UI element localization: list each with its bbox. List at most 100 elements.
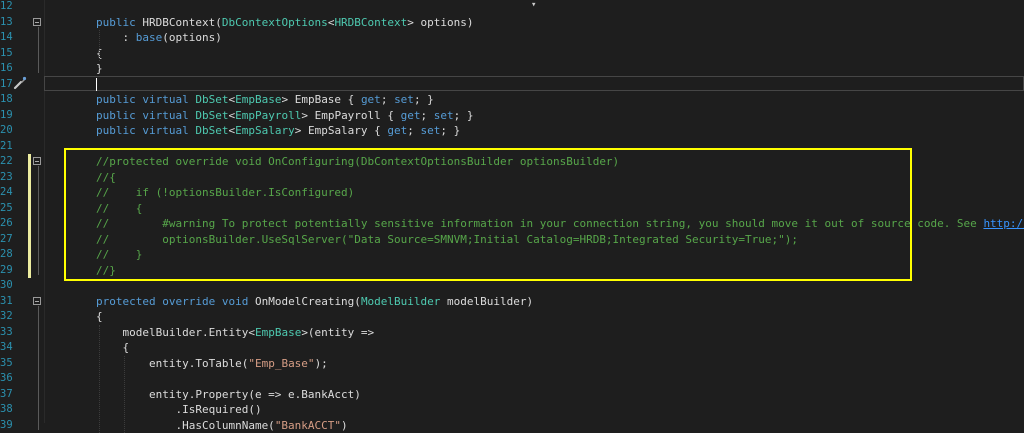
line-number: 33 [0, 325, 12, 341]
text-cursor [96, 78, 97, 91]
code-line[interactable]: 26 // #warning To protect potentially sen… [0, 216, 1024, 232]
line-number: 24 [0, 185, 12, 201]
indent-guide [99, 325, 100, 433]
code-line[interactable]: 27 // optionsBuilder.UseSqlServer("Data S… [0, 232, 1024, 248]
code-text: entity.ToTable("Emp_Base"); [96, 356, 328, 372]
code-line[interactable]: 23 //{ [0, 170, 1024, 186]
code-line[interactable]: 30 [0, 278, 1024, 294]
code-line[interactable]: 38 .IsRequired() [0, 402, 1024, 418]
code-text: } [96, 61, 103, 77]
line-number: 32 [0, 309, 12, 325]
code-text: { [96, 309, 103, 325]
change-indicator [28, 232, 31, 248]
code-text: // optionsBuilder.UseSqlServer("Data Sou… [96, 232, 798, 248]
code-line[interactable]: 19 public virtual DbSet<EmpPayroll> EmpPa… [0, 108, 1024, 124]
line-number: 25 [0, 201, 12, 217]
url-link[interactable]: http://go.mic [983, 217, 1024, 230]
code-line[interactable]: 35 entity.ToTable("Emp_Base"); [0, 356, 1024, 372]
indent-guide [124, 356, 125, 433]
line-number: 38 [0, 402, 12, 418]
line-number: 20 [0, 123, 12, 139]
line-number: 16 [0, 61, 12, 77]
code-line[interactable]: 24 // if (!optionsBuilder.IsConfigured) [0, 185, 1024, 201]
line-number: 22 [0, 154, 12, 170]
code-line[interactable]: 28 // } [0, 247, 1024, 263]
code-line[interactable]: 31 protected override void OnModelCreatin… [0, 294, 1024, 310]
code-text: .HasColumnName("BankACCT") [96, 418, 348, 433]
code-line[interactable]: 17 [0, 77, 1024, 93]
code-text: // } [96, 247, 142, 263]
code-line[interactable]: 37 entity.Property(e => e.BankAcct) [0, 387, 1024, 403]
line-number: 30 [0, 278, 12, 294]
change-indicator [28, 263, 31, 279]
collapse-toggle-icon[interactable] [33, 157, 41, 165]
indent-guide [99, 30, 100, 61]
code-line[interactable]: 36 [0, 371, 1024, 387]
code-text: entity.Property(e => e.BankAcct) [96, 387, 361, 403]
fold-rail [38, 27, 39, 74]
line-number: 27 [0, 232, 12, 248]
line-number: 36 [0, 371, 12, 387]
code-text: //{ [96, 170, 116, 186]
line-number: 35 [0, 356, 12, 372]
fold-rail [38, 306, 39, 430]
line-number: 18 [0, 92, 12, 108]
code-line[interactable]: 21 [0, 139, 1024, 155]
code-text: //protected override void OnConfiguring(… [96, 154, 619, 170]
code-text: public virtual DbSet<EmpSalary> EmpSalar… [96, 123, 460, 139]
code-line[interactable]: 34 { [0, 340, 1024, 356]
code-line[interactable]: 16} [0, 61, 1024, 77]
code-text: : base(options) [96, 30, 222, 46]
line-number: 28 [0, 247, 12, 263]
line-number: 19 [0, 108, 12, 124]
line-number: 39 [0, 418, 12, 433]
line-number: 29 [0, 263, 12, 279]
line-number: 37 [0, 387, 12, 403]
code-text: //} [96, 263, 116, 279]
code-text: // { [96, 201, 142, 217]
code-line[interactable]: 14 : base(options) [0, 30, 1024, 46]
code-line[interactable]: 22 //protected override void OnConfigurin… [0, 154, 1024, 170]
code-text: // if (!optionsBuilder.IsConfigured) [96, 185, 354, 201]
line-number: 13 [0, 15, 12, 31]
code-text: { [96, 340, 129, 356]
code-text: public virtual DbSet<EmpPayroll> EmpPayr… [96, 108, 474, 124]
change-indicator [28, 170, 31, 186]
change-indicator [28, 185, 31, 201]
code-text: .IsRequired() [96, 402, 262, 418]
line-number: 34 [0, 340, 12, 356]
collapse-toggle-icon[interactable] [33, 18, 41, 26]
screwdriver-icon[interactable] [13, 76, 27, 90]
code-line[interactable]: 15{ [0, 46, 1024, 62]
code-line[interactable]: 25 // { [0, 201, 1024, 217]
code-editor[interactable]: ▾ 1213public HRDBContext(DbContextOption… [0, 0, 1024, 423]
line-number: 15 [0, 46, 12, 62]
code-text [96, 77, 97, 93]
code-text: // #warning To protect potentially sensi… [96, 216, 1024, 232]
collapse-toggle-icon[interactable] [33, 297, 41, 305]
line-number: 23 [0, 170, 12, 186]
change-indicator [28, 216, 31, 232]
code-line[interactable]: 33 modelBuilder.Entity<EmpBase>(entity =… [0, 325, 1024, 341]
line-number: 31 [0, 294, 12, 310]
code-line[interactable]: 39 .HasColumnName("BankACCT") [0, 418, 1024, 433]
code-line[interactable]: 20 public virtual DbSet<EmpSalary> EmpSal… [0, 123, 1024, 139]
code-line[interactable]: 29 //} [0, 263, 1024, 279]
change-indicator [28, 154, 31, 170]
line-number: 26 [0, 216, 12, 232]
code-text: modelBuilder.Entity<EmpBase>(entity => [96, 325, 374, 341]
code-text: public HRDBContext(DbContextOptions<HRDB… [96, 15, 474, 31]
line-number: 21 [0, 139, 12, 155]
code-text: protected override void OnModelCreating(… [96, 294, 533, 310]
code-line[interactable]: 32 { [0, 309, 1024, 325]
line-number: 14 [0, 30, 12, 46]
fold-rail [38, 166, 39, 275]
code-line[interactable]: 18 public virtual DbSet<EmpBase> EmpBase … [0, 92, 1024, 108]
change-indicator [28, 247, 31, 263]
code-text: public virtual DbSet<EmpBase> EmpBase { … [96, 92, 434, 108]
line-number: 12 [0, 0, 12, 15]
change-indicator [28, 201, 31, 217]
code-line[interactable]: 12 [0, 0, 1024, 15]
line-number: 17 [0, 77, 12, 93]
code-line[interactable]: 13 public HRDBContext(DbContextOptions<HR… [0, 15, 1024, 31]
